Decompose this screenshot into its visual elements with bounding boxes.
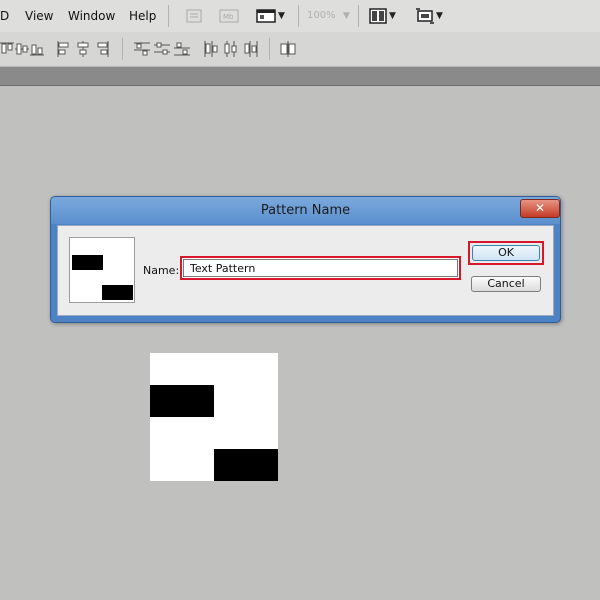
zoom-level[interactable]: 100% — [307, 10, 336, 21]
dialog-titlebar[interactable]: Pattern Name ✕ — [51, 197, 560, 224]
pattern-name-input[interactable] — [183, 259, 458, 277]
pattern-name-dialog: Pattern Name ✕ Name: OK Cancel — [50, 196, 561, 323]
canvas-pattern-block — [214, 449, 278, 481]
bridge-icon — [186, 9, 202, 23]
chevron-down-icon: ▼ — [343, 11, 350, 21]
align-top-icon[interactable] — [0, 41, 14, 57]
minibridge-icon: Mb — [219, 9, 239, 23]
distribute-vertical-center-icon[interactable] — [154, 41, 170, 57]
align-bottom-icon[interactable] — [30, 41, 44, 57]
minibridge-button[interactable]: Mb — [219, 9, 239, 23]
menu-item-window[interactable]: Window — [68, 9, 115, 23]
pattern-block — [72, 255, 103, 270]
menu-item-view[interactable]: View — [25, 9, 53, 23]
options-separator — [122, 38, 123, 60]
distribute-bottom-icon[interactable] — [174, 41, 190, 57]
name-input-highlight — [180, 256, 461, 280]
menu-item-edit[interactable]: D — [0, 9, 9, 23]
chevron-down-icon: ▼ — [278, 11, 285, 21]
canvas-pattern-block — [150, 385, 214, 417]
screen-mode-button[interactable]: ▼ — [256, 8, 285, 24]
arrange-documents-button[interactable]: ▼ — [369, 8, 396, 24]
arrange-documents-icon — [369, 8, 387, 24]
auto-align-icon[interactable] — [280, 41, 296, 57]
distribute-horizontal-center-icon[interactable] — [223, 41, 239, 57]
cancel-button[interactable]: Cancel — [471, 276, 541, 292]
pattern-block — [102, 285, 133, 300]
dialog-title: Pattern Name — [260, 203, 351, 218]
ok-button-highlight: OK — [468, 241, 544, 265]
extras-button[interactable]: ▼ — [416, 8, 443, 24]
document-canvas[interactable] — [150, 353, 278, 481]
options-bar — [0, 32, 600, 67]
svg-text:Mb: Mb — [223, 13, 234, 21]
close-button[interactable]: ✕ — [520, 199, 560, 218]
pattern-preview — [69, 237, 135, 303]
menu-separator — [358, 5, 359, 27]
close-icon: ✕ — [534, 201, 546, 215]
align-horizontal-center-icon[interactable] — [76, 41, 90, 57]
menu-bar: D View Window Help Mb ▼ 100% ▼ ▼ ▼ — [0, 0, 600, 33]
align-vertical-center-icon[interactable] — [15, 41, 29, 57]
screen-mode-icon — [256, 9, 276, 23]
extras-icon — [416, 8, 434, 24]
distribute-right-icon[interactable] — [243, 41, 259, 57]
distribute-left-icon[interactable] — [203, 41, 219, 57]
document-tab-strip — [0, 67, 600, 86]
options-separator — [269, 38, 270, 60]
align-left-icon[interactable] — [56, 41, 70, 57]
ok-button[interactable]: OK — [472, 245, 540, 261]
dialog-body: Name: OK Cancel — [57, 225, 554, 316]
menu-separator — [298, 5, 299, 27]
chevron-down-icon: ▼ — [389, 11, 396, 21]
menu-item-help[interactable]: Help — [129, 9, 156, 23]
bridge-button[interactable] — [186, 9, 202, 23]
chevron-down-icon: ▼ — [436, 11, 443, 21]
distribute-top-icon[interactable] — [134, 41, 150, 57]
name-label: Name: — [143, 264, 180, 277]
menu-separator — [168, 5, 169, 27]
align-right-icon[interactable] — [96, 41, 110, 57]
